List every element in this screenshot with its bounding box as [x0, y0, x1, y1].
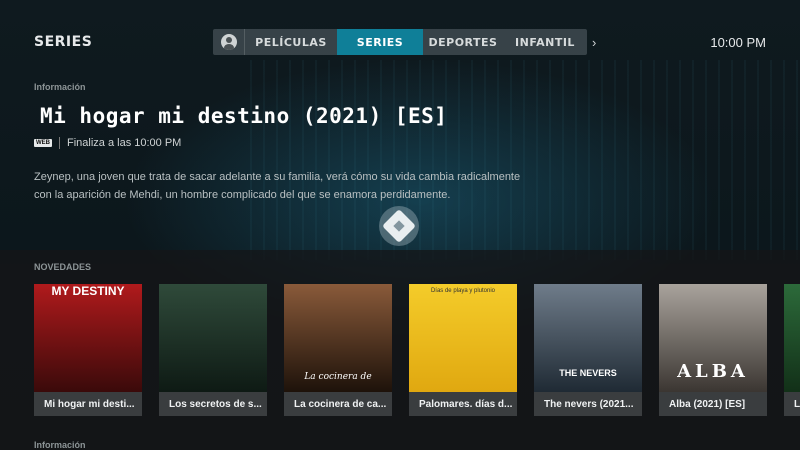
menu-item-infantil[interactable]: INFANTIL [503, 29, 587, 55]
poster-card[interactable]: ALBA Alba (2021) [ES] [659, 284, 767, 416]
poster-caption: L [784, 392, 800, 416]
poster-card[interactable]: La cocinera de La cocinera de ca... [284, 284, 392, 416]
item-meta: WEB Finaliza a las 10:00 PM [34, 137, 181, 149]
poster-image: La cocinera de [284, 284, 392, 392]
section-title: SERIES [34, 34, 93, 50]
poster-caption: Palomares. días d... [409, 392, 517, 416]
chevron-right-icon[interactable]: › [592, 35, 596, 50]
menu-item-deportes[interactable]: DEPORTES [423, 29, 503, 55]
shelf-label: NOVEDADES [34, 262, 92, 272]
poster-card[interactable]: MY DESTINY Mi hogar mi desti... [34, 284, 142, 416]
poster-text: MY DESTINY [51, 284, 125, 298]
poster-text: THE NEVERS [559, 368, 617, 378]
poster-text: La cocinera de [304, 372, 372, 382]
item-title: Mi hogar mi destino (2021) [ES] [40, 104, 448, 128]
end-time: Finaliza a las 10:00 PM [67, 137, 182, 149]
background-pattern [250, 60, 800, 260]
poster-caption: Mi hogar mi desti... [34, 392, 142, 416]
footer-info-label: Información [34, 440, 86, 450]
web-badge: WEB [34, 139, 52, 147]
poster-image: MY DESTINY [34, 284, 142, 392]
kodi-logo-icon [379, 206, 419, 246]
item-description: Zeynep, una joven que trata de sacar ade… [34, 171, 521, 201]
poster-image [784, 284, 800, 392]
profile-button[interactable] [213, 29, 245, 55]
poster-text: ALBA [677, 361, 749, 382]
top-menu: PELÍCULAS SERIES DEPORTES INFANTIL [213, 29, 587, 55]
poster-image: ALBA [659, 284, 767, 392]
poster-caption: Alba (2021) [ES] [659, 392, 767, 416]
poster-card[interactable]: L [784, 284, 800, 416]
poster-card[interactable]: THE NEVERS The nevers (2021... [534, 284, 642, 416]
poster-text: Días de playa y plutonio [430, 288, 496, 294]
poster-caption: The nevers (2021... [534, 392, 642, 416]
poster-caption: Los secretos de s... [159, 392, 267, 416]
poster-image: Días de playa y plutonio [409, 284, 517, 392]
user-icon [220, 34, 237, 50]
poster-card[interactable]: Los secretos de s... [159, 284, 267, 416]
meta-divider [59, 137, 60, 149]
poster-caption: La cocinera de ca... [284, 392, 392, 416]
poster-image [159, 284, 267, 392]
menu-item-series[interactable]: SERIES [337, 29, 423, 55]
menu-item-peliculas[interactable]: PELÍCULAS [245, 29, 337, 55]
info-label: Información [34, 82, 86, 92]
clock: 10:00 PM [710, 35, 766, 50]
poster-image: THE NEVERS [534, 284, 642, 392]
poster-card[interactable]: Días de playa y plutonio Palomares. días … [409, 284, 517, 416]
